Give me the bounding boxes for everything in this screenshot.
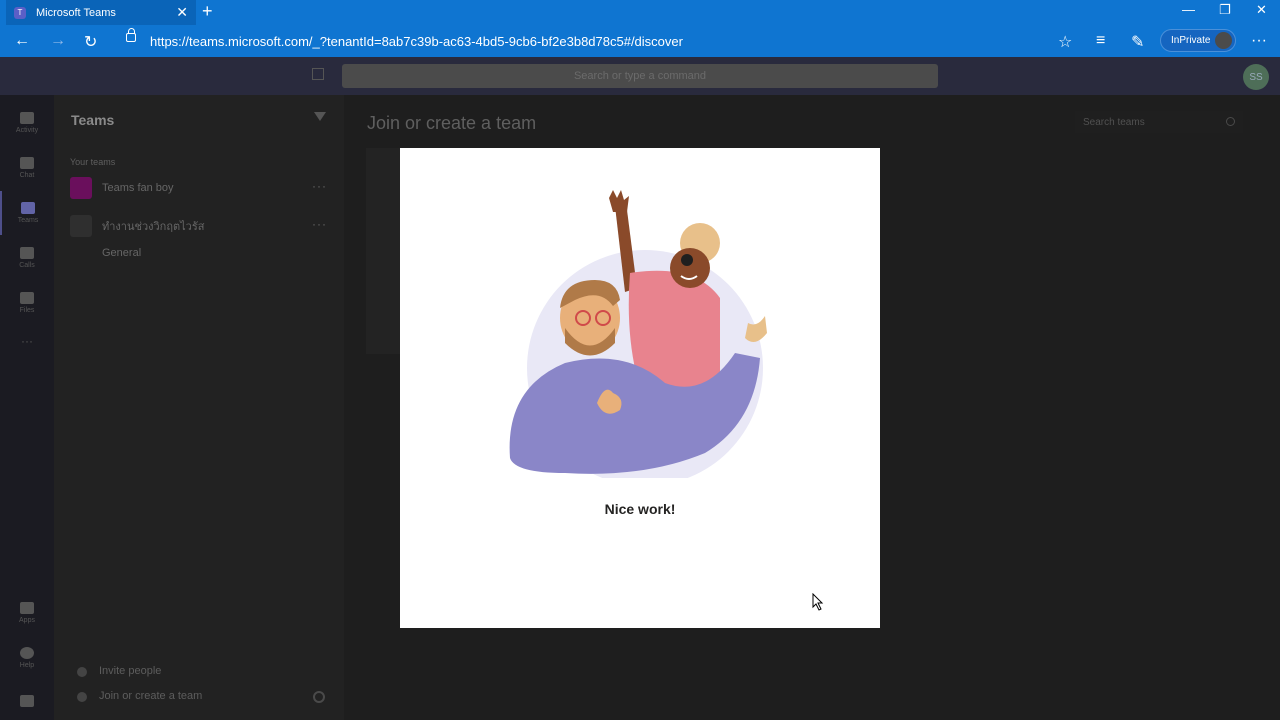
rail-teams[interactable]: Teams — [0, 191, 54, 235]
more-options-icon[interactable]: ··· — [312, 179, 327, 193]
search-icon — [1226, 117, 1235, 126]
more-menu-icon[interactable]: ··· — [1251, 32, 1267, 50]
compose-icon[interactable] — [312, 68, 324, 80]
lock-icon — [126, 28, 136, 42]
rail-label: Files — [19, 307, 35, 314]
rail-label: Calls — [19, 262, 35, 269]
forward-icon[interactable]: → — [50, 32, 66, 50]
back-icon[interactable]: ← — [14, 32, 30, 50]
teams-favicon-icon: T — [14, 6, 26, 19]
panel-title: Teams — [71, 112, 115, 128]
url-field[interactable]: https://teams.microsoft.com/_?tenantId=8… — [150, 34, 683, 49]
team-name: Teams fan boy — [102, 182, 174, 194]
command-search-input[interactable]: Search or type a command — [342, 64, 938, 88]
phone-icon — [20, 247, 34, 259]
invite-people-link[interactable]: Invite people — [99, 665, 161, 677]
apps-icon — [20, 602, 34, 614]
profile-icon — [1215, 32, 1232, 49]
close-window-icon[interactable]: ✕ — [1256, 2, 1267, 18]
tab-title: Microsoft Teams — [36, 6, 116, 19]
favorite-star-icon[interactable]: ☆ — [1058, 32, 1072, 52]
inprivate-label: InPrivate — [1171, 35, 1211, 46]
rail-apps[interactable]: Apps — [0, 591, 54, 635]
rail-label: Chat — [19, 172, 35, 179]
rail-chat[interactable]: Chat — [0, 146, 54, 190]
rail-more[interactable]: ··· — [0, 319, 54, 363]
rail-activity[interactable]: Activity — [0, 101, 54, 145]
new-tab-icon[interactable]: + — [202, 1, 213, 22]
settings-icon[interactable] — [313, 691, 325, 703]
chat-icon — [20, 157, 34, 169]
share-icon[interactable]: ✎ — [1131, 32, 1144, 52]
invite-icon — [77, 667, 87, 677]
team-avatar — [70, 177, 92, 199]
success-message: Nice work! — [604, 501, 676, 517]
rail-download[interactable] — [0, 679, 54, 720]
your-teams-label: Your teams — [70, 157, 116, 167]
teams-icon — [21, 202, 35, 214]
team-avatar — [70, 215, 92, 237]
bell-icon — [20, 112, 34, 124]
join-create-team-link[interactable]: Join or create a team — [99, 690, 202, 702]
rail-calls[interactable]: Calls — [0, 236, 54, 280]
search-teams-placeholder: Search teams — [1083, 116, 1145, 128]
team-item[interactable]: ทำงานช่วงวิกฤตไวรัส ··· — [70, 214, 335, 238]
download-icon — [20, 695, 34, 707]
more-icon: ··· — [21, 334, 33, 348]
app-rail: Activity Chat Teams Calls Files ··· Apps… — [0, 95, 54, 720]
search-teams-input[interactable]: Search teams — [1075, 111, 1243, 133]
favorites-list-icon[interactable]: ≡ — [1096, 32, 1105, 50]
help-icon — [20, 647, 34, 659]
refresh-icon[interactable]: ↻ — [84, 32, 97, 52]
team-card-background — [366, 148, 402, 354]
more-options-icon[interactable]: ··· — [312, 217, 327, 231]
minimize-icon[interactable]: — — [1182, 2, 1195, 17]
close-tab-icon[interactable]: ✕ — [176, 4, 188, 21]
page-title: Join or create a team — [367, 113, 537, 133]
celebration-illustration — [509, 190, 767, 478]
rail-label: Activity — [15, 127, 39, 134]
user-initials: SS — [1249, 71, 1263, 83]
restore-icon[interactable]: ❐ — [1219, 2, 1231, 18]
rail-label: Teams — [17, 217, 39, 224]
user-avatar[interactable]: SS — [1243, 64, 1269, 90]
rail-label: Apps — [19, 617, 35, 624]
team-name: ทำงานช่วงวิกฤตไวรัส — [102, 221, 205, 233]
team-item[interactable]: Teams fan boy ··· — [70, 176, 335, 200]
rail-help[interactable]: Help — [0, 636, 54, 680]
channel-general[interactable]: General — [102, 247, 141, 259]
browser-tab[interactable]: T Microsoft Teams ✕ — [6, 0, 196, 25]
file-icon — [20, 292, 34, 304]
browser-tab-bar: T Microsoft Teams ✕ + — ❐ ✕ — [0, 0, 1280, 25]
success-dialog: Nice work! — [400, 148, 880, 628]
join-team-icon — [77, 692, 87, 702]
mouse-cursor-icon — [812, 593, 824, 611]
search-placeholder: Search or type a command — [573, 70, 707, 82]
filter-icon[interactable] — [314, 112, 326, 121]
inprivate-badge[interactable]: InPrivate — [1160, 29, 1236, 52]
rail-label: Help — [19, 662, 35, 669]
